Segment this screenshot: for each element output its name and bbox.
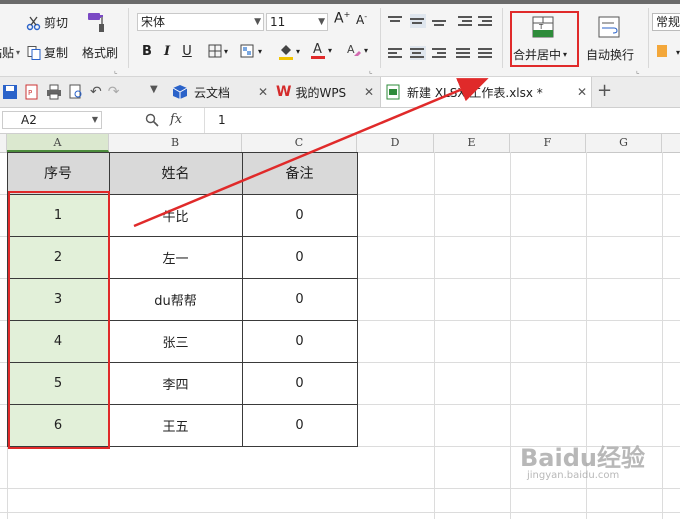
watermark-url: jingyan.baidu.com [527,470,620,481]
watermark-logo: Baidu经验 [520,444,645,472]
